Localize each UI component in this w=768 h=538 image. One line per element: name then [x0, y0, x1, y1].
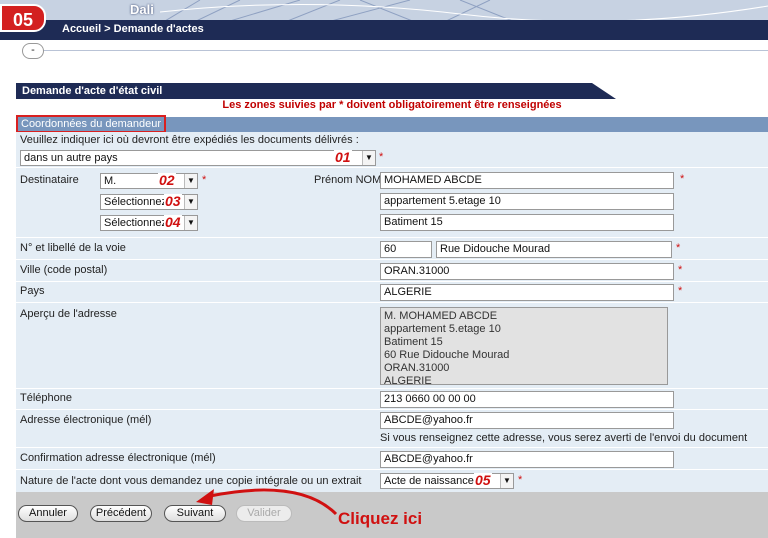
validate-button[interactable]: Valider	[236, 505, 292, 522]
city-input[interactable]: ORAN.31000	[380, 263, 674, 280]
street-name-input[interactable]: Rue Didouche Mourad	[436, 241, 672, 258]
city-row: Ville (code postal) ORAN.31000 *	[16, 261, 768, 282]
breadcrumb-bar: Accueil > Demande d'actes	[0, 20, 768, 40]
phone-label: Téléphone	[20, 392, 72, 404]
country-input[interactable]: ALGERIE	[380, 284, 674, 301]
section-title: Demande d'acte d'état civil	[16, 83, 616, 99]
requester-form: Veuillez indiquer ici où devront être ex…	[16, 132, 768, 492]
step-marker-02: 02	[158, 172, 176, 188]
step-marker-05: 05	[474, 472, 492, 488]
country-label: Pays	[20, 285, 45, 297]
shipping-prompt: Veuillez indiquer ici où devront être ex…	[20, 134, 359, 146]
email-label: Adresse électronique (mél)	[20, 414, 152, 426]
address-type-select-2[interactable]: Sélectionnez ▼	[100, 215, 198, 231]
app-title: Dali	[130, 2, 154, 17]
shipping-row: Veuillez indiquer ici où devront être ex…	[16, 132, 768, 168]
previous-button[interactable]: Précédent	[90, 505, 152, 522]
street-label: N° et libellé de la voie	[20, 242, 126, 254]
click-here-callout: Cliquez ici	[338, 509, 423, 528]
preview-line: appartement 5.etage 10	[384, 323, 501, 335]
name-label: Prénom NOM	[314, 174, 382, 186]
recipient-label: Destinataire	[20, 174, 79, 186]
preview-line: ALGERIE	[384, 375, 432, 387]
step-marker-03: 03	[164, 193, 182, 209]
required-star: *	[518, 474, 523, 486]
step-marker-04: 04	[164, 214, 182, 230]
chevron-down-icon: ▼	[184, 174, 197, 188]
preview-label: Aperçu de l'adresse	[20, 308, 117, 320]
address-type-select-2-value: Sélectionnez	[104, 217, 167, 229]
shipping-select[interactable]: dans un autre pays ▼	[20, 150, 376, 166]
address-preview-area[interactable]: M. MOHAMED ABCDE appartement 5.etage 10 …	[380, 307, 668, 387]
required-star: *	[676, 242, 681, 254]
email-confirm-input[interactable]: ABCDE@yahoo.fr	[380, 451, 674, 468]
preview-line: ORAN.31000	[384, 362, 450, 374]
preview-line: M. MOHAMED ABCDE	[384, 310, 498, 322]
required-star: *	[202, 174, 207, 186]
required-star: *	[678, 285, 683, 297]
act-nature-label: Nature de l'acte dont vous demandez une …	[20, 475, 362, 487]
address-type-select-1-value: Sélectionnez	[104, 196, 167, 208]
email-row: Adresse électronique (mél) ABCDE@yahoo.f…	[16, 411, 768, 448]
preview-line: Batiment 15	[384, 336, 443, 348]
chevron-down-icon: ▼	[500, 474, 513, 488]
next-button[interactable]: Suivant	[164, 505, 226, 522]
phone-row: Téléphone 213 0660 00 00 00	[16, 390, 768, 410]
civility-select-value: M.	[104, 175, 117, 187]
address-line1-input[interactable]: appartement 5.etage 10	[380, 193, 674, 210]
recipient-row: Destinataire M. ▼ 02 * Prénom NOM MOHAME…	[16, 169, 768, 238]
step-marker-01: 01	[334, 149, 352, 165]
street-number-input[interactable]: 60	[380, 241, 432, 258]
chevron-down-icon: ▼	[184, 216, 197, 230]
civility-select[interactable]: M. ▼	[100, 173, 198, 189]
preview-line: 60 Rue Didouche Mourad	[384, 349, 510, 361]
cancel-button[interactable]: Annuler	[18, 505, 78, 522]
chevron-down-icon: ▼	[184, 195, 197, 209]
required-star: *	[680, 173, 685, 185]
email-confirm-label: Confirmation adresse électronique (mél)	[20, 452, 216, 464]
email-note: Si vous renseignez cette adresse, vous s…	[380, 432, 748, 444]
email-input[interactable]: ABCDE@yahoo.fr	[380, 412, 674, 429]
act-nature-row: Nature de l'acte dont vous demandez une …	[16, 471, 768, 492]
name-input[interactable]: MOHAMED ABCDE	[380, 172, 674, 189]
required-notice: Les zones suivies par * doivent obligato…	[222, 99, 562, 111]
street-row: N° et libellé de la voie 60 Rue Didouche…	[16, 239, 768, 260]
address-type-select-1[interactable]: Sélectionnez ▼	[100, 194, 198, 210]
country-row: Pays ALGERIE *	[16, 283, 768, 303]
phone-input[interactable]: 213 0660 00 00 00	[380, 391, 674, 408]
step-badge: 05	[0, 4, 46, 32]
collapse-button[interactable]: -	[22, 43, 44, 59]
city-label: Ville (code postal)	[20, 264, 108, 276]
required-star: *	[379, 151, 384, 163]
address-preview-row: Aperçu de l'adresse M. MOHAMED ABCDE app…	[16, 304, 768, 389]
chevron-down-icon: ▼	[362, 151, 375, 165]
breadcrumb[interactable]: Accueil > Demande d'actes	[62, 23, 204, 35]
email-confirm-row: Confirmation adresse électronique (mél) …	[16, 449, 768, 470]
subsection-title: Coordonnées du demandeur	[16, 115, 167, 133]
address-line2-input[interactable]: Batiment 15	[380, 214, 674, 231]
act-nature-select-value: Acte de naissance	[384, 475, 474, 487]
subsection-header: Coordonnées du demandeur	[16, 115, 768, 133]
divider	[40, 50, 768, 64]
required-star: *	[678, 264, 683, 276]
act-nature-select[interactable]: Acte de naissance ▼	[380, 473, 514, 489]
shipping-select-value: dans un autre pays	[24, 152, 118, 164]
